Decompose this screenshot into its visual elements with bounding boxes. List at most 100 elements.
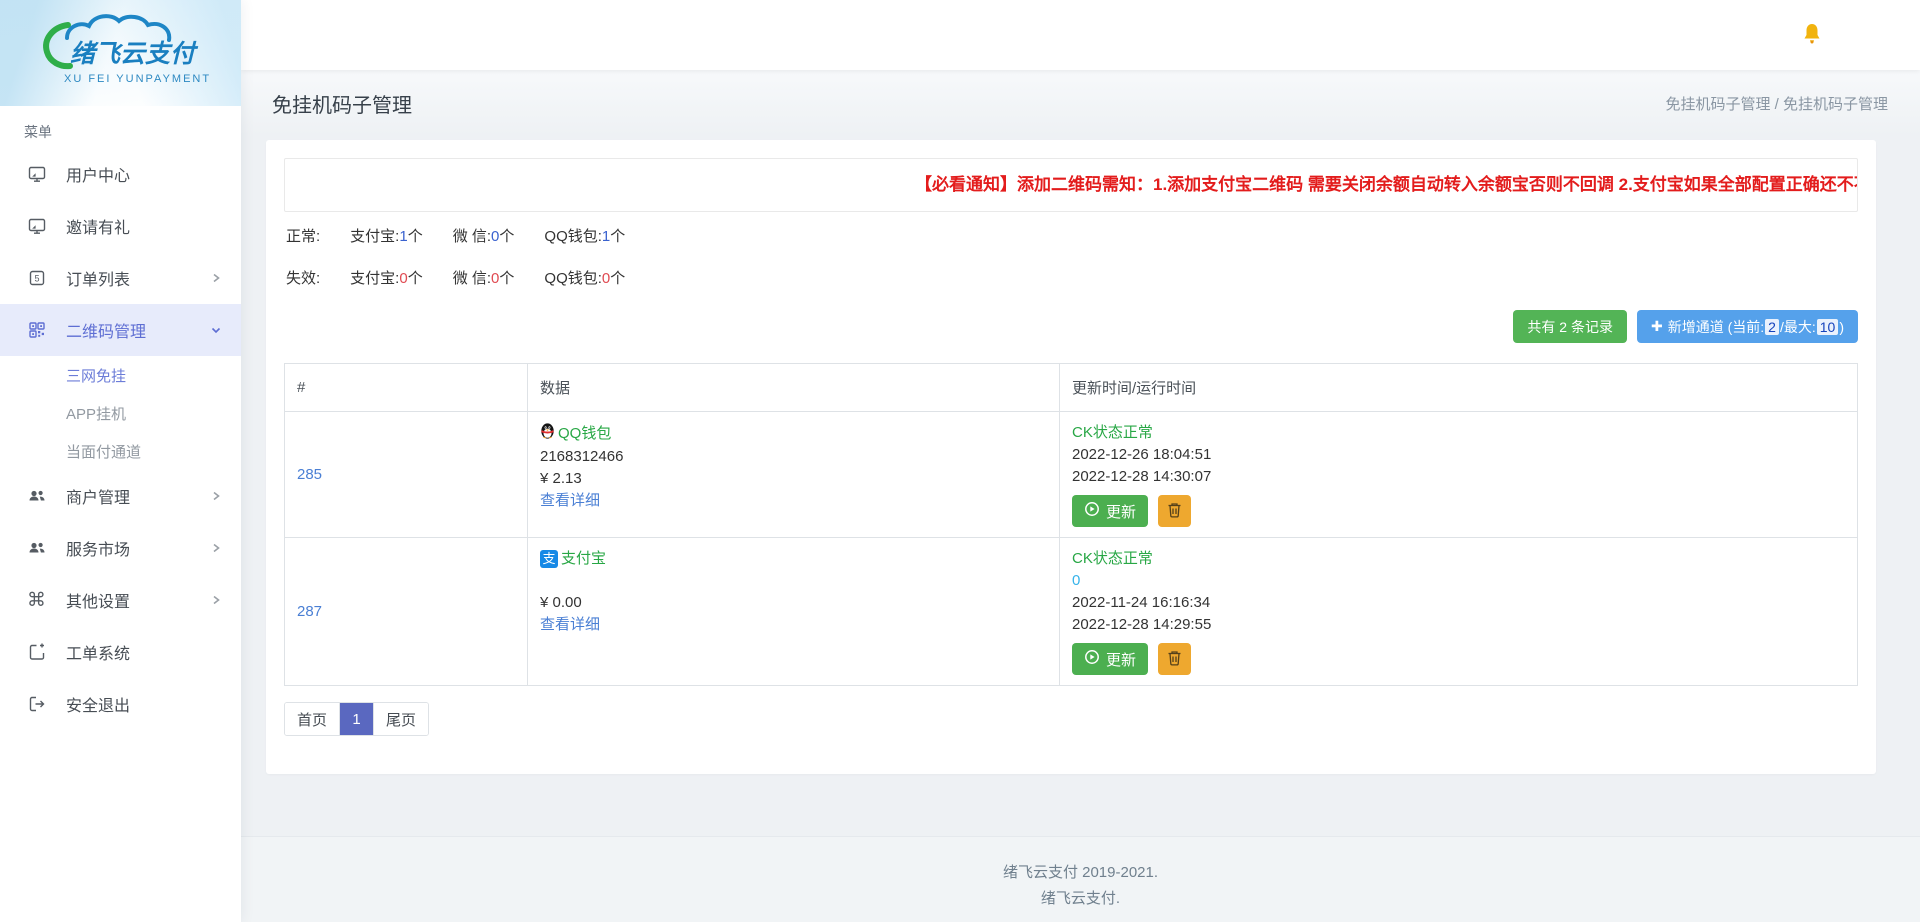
- svg-text:5: 5: [34, 274, 39, 284]
- footer-copyright: 绪飞云支付 2019-2021.: [241, 861, 1920, 882]
- channel-name: QQ钱包: [540, 422, 1047, 446]
- table-row: 287 支 支付宝 ¥ 0.00 查看详细 CK状态正常: [285, 538, 1858, 686]
- ck-status: CK状态正常: [1072, 548, 1845, 570]
- sidebar-item-label: 工单系统: [66, 640, 130, 664]
- sidebar-item-logout[interactable]: 安全退出: [0, 678, 241, 730]
- monitor-icon: [27, 216, 49, 236]
- record-count-badge: 共有 2 条记录: [1513, 310, 1627, 343]
- sidebar-nav: 用户中心 邀请有礼 5 订单列表: [0, 148, 241, 922]
- app-window: 绪飞云支付 XU FEI YUNPAYMENT 菜单 用户中心 邀请有礼 5: [0, 0, 1920, 922]
- pagination: 首页 1 尾页: [284, 702, 429, 736]
- stat-item: 微 信:0个: [453, 225, 515, 246]
- extra-value: 0: [1072, 570, 1845, 592]
- stats-normal-label: 正常:: [286, 225, 320, 246]
- sidebar: 绪飞云支付 XU FEI YUNPAYMENT 菜单 用户中心 邀请有礼 5: [0, 0, 241, 922]
- channels-table: # 数据 更新时间/运行时间 285 QQ钱包: [284, 363, 1858, 686]
- col-header-time: 更新时间/运行时间: [1060, 364, 1858, 412]
- stats-invalid-label: 失效:: [286, 267, 320, 288]
- sidebar-item-qrcode-management[interactable]: 二维码管理: [0, 304, 241, 356]
- stat-count: 1: [602, 228, 610, 245]
- sidebar-item-label: 商户管理: [66, 484, 130, 508]
- sidebar-subitem-face-to-face[interactable]: 当面付通道: [0, 432, 241, 470]
- view-detail-link[interactable]: 查看详细: [540, 616, 600, 633]
- channel-balance: ¥ 0.00: [540, 592, 1047, 614]
- chevron-down-icon: [211, 325, 221, 335]
- sidebar-subitem-label: 当面付通道: [66, 441, 141, 462]
- sidebar-item-invite[interactable]: 邀请有礼: [0, 200, 241, 252]
- sidebar-subitem-label: APP挂机: [66, 403, 126, 424]
- sidebar-item-orders[interactable]: 5 订单列表: [0, 252, 241, 304]
- monitor-icon: [27, 164, 49, 184]
- row-actions: 更新: [1072, 495, 1845, 527]
- current-channel-count: 2: [1765, 319, 1779, 335]
- table-header-row: # 数据 更新时间/运行时间: [285, 364, 1858, 412]
- trash-icon: [1167, 650, 1182, 669]
- sidebar-item-label: 用户中心: [66, 162, 130, 186]
- view-detail-link[interactable]: 查看详细: [540, 492, 600, 509]
- users-icon: [27, 538, 49, 558]
- sidebar-item-label: 其他设置: [66, 588, 130, 612]
- run-time: 2022-12-28 14:29:55: [1072, 614, 1845, 636]
- qq-penguin-icon: [540, 422, 555, 446]
- row-id-link[interactable]: 285: [297, 466, 322, 483]
- pagination-first-button[interactable]: 首页: [285, 703, 340, 735]
- add-channel-button[interactable]: ✚ 新增通道 (当前: 2/最大: 10): [1637, 310, 1858, 343]
- sidebar-item-service-market[interactable]: 服务市场: [0, 522, 241, 574]
- sidebar-item-ticket-system[interactable]: 工单系统: [0, 626, 241, 678]
- stats-normal-row: 正常: 支付宝:1个 微 信:0个 QQ钱包:1个: [286, 225, 1858, 246]
- col-header-data: 数据: [528, 364, 1060, 412]
- delete-button[interactable]: [1158, 495, 1191, 527]
- menu-section-label: 菜单: [0, 106, 241, 148]
- breadcrumb[interactable]: 免挂机码子管理 / 免挂机码子管理: [1665, 93, 1888, 114]
- notification-bell-icon[interactable]: [1800, 22, 1824, 48]
- update-button[interactable]: 更新: [1072, 495, 1148, 527]
- delete-button[interactable]: [1158, 643, 1191, 675]
- sidebar-item-label: 服务市场: [66, 536, 130, 560]
- refresh-icon: [1084, 501, 1100, 521]
- row-id-link[interactable]: 287: [297, 603, 322, 620]
- update-time: 2022-11-24 16:16:34: [1072, 592, 1845, 614]
- notice-banner: 【必看通知】添加二维码需知：1.添加支付宝二维码 需要关闭余额自动转入余额宝否则…: [284, 158, 1858, 212]
- command-icon: ⌘: [27, 591, 49, 610]
- col-header-id: #: [285, 364, 528, 412]
- page-header: 免挂机码子管理 免挂机码子管理 / 免挂机码子管理: [241, 70, 1920, 136]
- stat-item: 支付宝:0个: [350, 267, 423, 288]
- stat-count: 0: [602, 270, 610, 287]
- stat-item: QQ钱包:0个: [544, 267, 625, 288]
- ck-status: CK状态正常: [1072, 422, 1845, 444]
- plus-icon: ✚: [1651, 318, 1663, 335]
- pagination-page-1[interactable]: 1: [340, 703, 374, 735]
- channel-balance: ¥ 2.13: [540, 468, 1047, 490]
- main-area: 免挂机码子管理 免挂机码子管理 / 免挂机码子管理 【必看通知】添加二维码需知：…: [241, 0, 1920, 922]
- qrcode-icon: [27, 320, 49, 340]
- alipay-icon: 支: [540, 550, 558, 568]
- update-button[interactable]: 更新: [1072, 643, 1148, 675]
- chevron-right-icon: [211, 491, 221, 501]
- channel-name: 支 支付宝: [540, 548, 1047, 570]
- notice-text: 【必看通知】添加二维码需知：1.添加支付宝二维码 需要关闭余额自动转入余额宝否则…: [285, 159, 1858, 211]
- brand-name: 绪飞云支付: [70, 40, 199, 68]
- sidebar-item-label: 订单列表: [66, 266, 130, 290]
- cloud-logo-icon: 绪飞云支付 XU FEI YUNPAYMENT: [22, 8, 218, 98]
- sidebar-item-other-settings[interactable]: ⌘ 其他设置: [0, 574, 241, 626]
- chevron-right-icon: [211, 595, 221, 605]
- content-card: 【必看通知】添加二维码需知：1.添加支付宝二维码 需要关闭余额自动转入余额宝否则…: [266, 140, 1876, 774]
- sidebar-item-merchant[interactable]: 商户管理: [0, 470, 241, 522]
- chevron-right-icon: [211, 543, 221, 553]
- sidebar-item-user-center[interactable]: 用户中心: [0, 148, 241, 200]
- pagination-last-button[interactable]: 尾页: [374, 703, 428, 735]
- footer-brand: 绪飞云支付.: [241, 887, 1920, 908]
- max-channel-count: 10: [1817, 319, 1839, 335]
- refresh-icon: [1084, 649, 1100, 669]
- topbar: [241, 0, 1920, 70]
- sidebar-subitem-sanwang[interactable]: 三网免挂: [0, 356, 241, 394]
- brand-logo: 绪飞云支付 XU FEI YUNPAYMENT: [0, 0, 241, 106]
- stat-count: 1: [399, 228, 407, 245]
- sidebar-subitem-app-hangup[interactable]: APP挂机: [0, 394, 241, 432]
- stat-item: 支付宝:1个: [350, 225, 423, 246]
- stats-invalid-row: 失效: 支付宝:0个 微 信:0个 QQ钱包:0个: [286, 267, 1858, 288]
- stat-item: 微 信:0个: [453, 267, 515, 288]
- trash-icon: [1167, 502, 1182, 521]
- users-icon: [27, 486, 49, 506]
- stat-item: QQ钱包:1个: [544, 225, 625, 246]
